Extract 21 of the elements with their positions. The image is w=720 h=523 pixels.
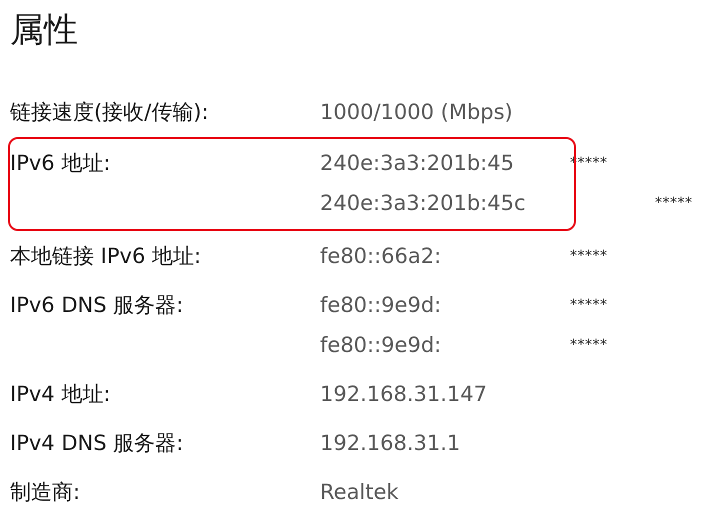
redaction-mark: *****	[570, 297, 608, 313]
property-value: fe80::9e9d:	[320, 333, 442, 357]
property-value: 1000/1000 (Mbps)	[320, 100, 514, 124]
property-value: 240e:3a3:201b:45	[320, 151, 515, 175]
property-value: fe80::9e9d:	[320, 293, 442, 317]
property-value: fe80::66a2:	[320, 244, 442, 268]
property-label: 链接速度(接收/传输):	[10, 99, 210, 126]
property-label: IPv4 DNS 服务器:	[10, 430, 184, 457]
property-label: 本地链接 IPv6 地址:	[10, 243, 202, 270]
property-label: IPv6 地址:	[10, 150, 112, 177]
property-label: IPv6 DNS 服务器:	[10, 292, 184, 319]
property-value: 240e:3a3:201b:45c	[320, 191, 526, 215]
redaction-mark: *****	[655, 195, 692, 211]
property-value: Realtek	[320, 480, 400, 504]
property-value: 192.168.31.1	[320, 431, 462, 455]
section-title: 属性	[10, 9, 79, 52]
property-label: IPv4 地址:	[10, 381, 112, 408]
redaction-mark: *****	[570, 337, 608, 353]
property-label: 制造商:	[10, 479, 82, 506]
redaction-mark: *****	[570, 248, 608, 264]
property-value: 192.168.31.147	[320, 382, 488, 406]
